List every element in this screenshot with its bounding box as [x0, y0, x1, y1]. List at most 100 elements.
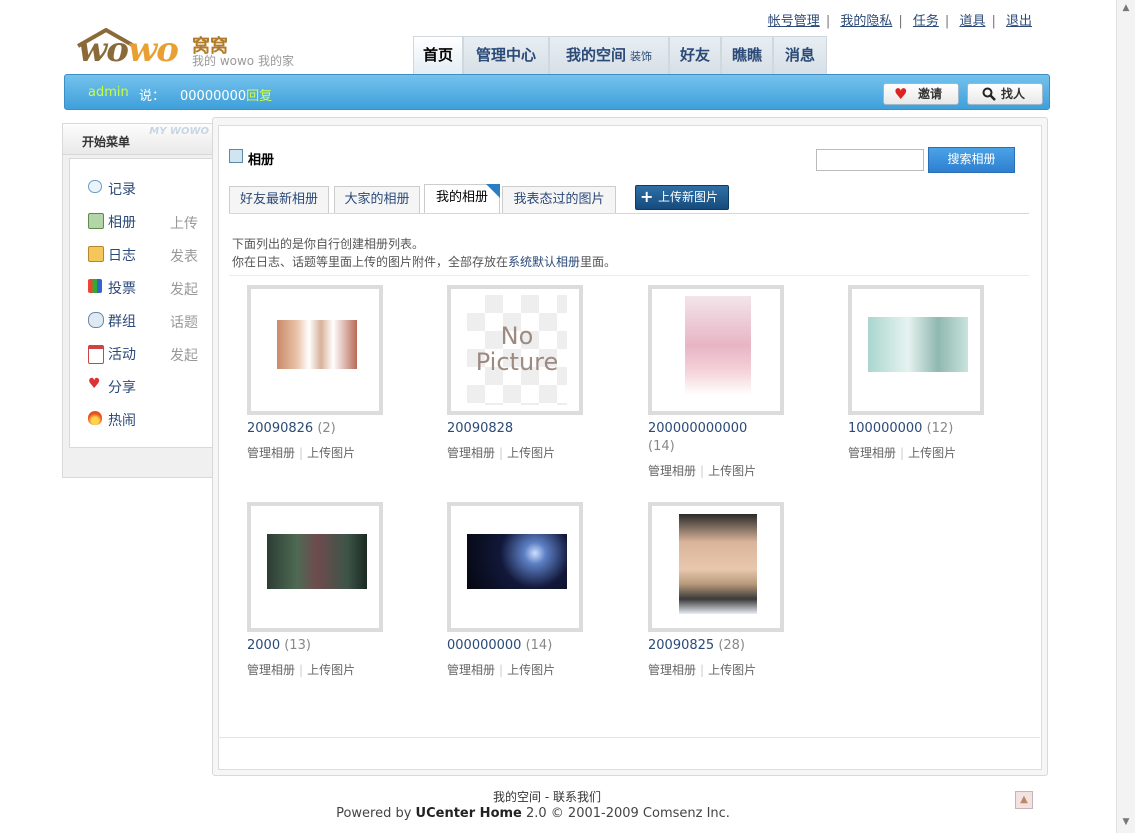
- album-thumbnail: [679, 514, 757, 614]
- album-icon: [229, 149, 243, 163]
- bar-chart-icon: [88, 279, 102, 293]
- album-thumbnail: [267, 534, 367, 589]
- album-name-link[interactable]: 20090828: [447, 421, 513, 436]
- album-name-link[interactable]: 2000: [247, 638, 280, 653]
- sidebar-decoration: MY WOWO: [149, 126, 209, 137]
- sidebar-action-start-poll[interactable]: 发起: [170, 279, 198, 299]
- nav-messages[interactable]: 消息: [773, 36, 827, 75]
- task-link[interactable]: 任务: [913, 14, 939, 29]
- scroll-down-icon[interactable]: ▼: [1120, 816, 1132, 828]
- album-cover[interactable]: [247, 502, 383, 632]
- props-link[interactable]: 道具: [959, 14, 985, 29]
- sidebar-header: 开始菜单 MY WOWO: [63, 124, 213, 155]
- manage-album-link[interactable]: 管理相册: [447, 446, 495, 460]
- sidebar-item-album[interactable]: 相册 上传: [88, 211, 208, 233]
- username[interactable]: admin: [88, 85, 129, 100]
- sidebar-action-topic[interactable]: 话题: [170, 312, 198, 332]
- calendar-icon: [88, 345, 104, 364]
- sidebar-menu: 记录 相册 上传 日志 发表 投票 发起 群组 话题 活动 发起 ♥ 分享 热闹: [69, 158, 214, 448]
- sidebar-item-poll[interactable]: 投票 发起: [88, 277, 208, 299]
- sidebar-item-records[interactable]: 记录: [88, 178, 208, 200]
- upload-picture-link[interactable]: 上传图片: [708, 663, 756, 677]
- hearts-icon: ♥: [88, 376, 101, 392]
- privacy-link[interactable]: 我的隐私: [840, 14, 892, 29]
- manage-album-link[interactable]: 管理相册: [447, 663, 495, 677]
- sidebar-action-upload[interactable]: 上传: [170, 213, 198, 233]
- nav-decorate[interactable]: 装饰: [630, 50, 652, 63]
- album-name-link[interactable]: 20090825: [648, 638, 714, 653]
- tab-liked-pictures[interactable]: 我表态过的图片: [502, 186, 616, 214]
- upload-picture-link[interactable]: 上传图片: [507, 663, 555, 677]
- album-name-link[interactable]: 200000000000: [648, 421, 747, 436]
- tab-everyone-albums[interactable]: 大家的相册: [334, 186, 420, 214]
- album-cover[interactable]: No Picture: [447, 285, 583, 415]
- album-cover[interactable]: [648, 502, 784, 632]
- tab-friends-latest-albums[interactable]: 好友最新相册: [229, 186, 329, 214]
- upload-picture-link[interactable]: 上传图片: [708, 464, 756, 478]
- album-name-link[interactable]: 20090826: [247, 421, 313, 436]
- sidebar-item-event[interactable]: 活动 发起: [88, 343, 208, 365]
- default-album-link[interactable]: 系统默认相册: [508, 255, 580, 269]
- album-cover[interactable]: [447, 502, 583, 632]
- sidebar: 开始菜单 MY WOWO 记录 相册 上传 日志 发表 投票 发起 群组 话题: [62, 123, 214, 478]
- album-cover[interactable]: [247, 285, 383, 415]
- nav-friends[interactable]: 好友: [669, 36, 721, 75]
- upload-new-picture-button[interactable]: + 上传新图片: [635, 185, 729, 210]
- content-divider: [218, 737, 1040, 738]
- scroll-up-icon[interactable]: ▲: [1120, 2, 1132, 14]
- album-name-link[interactable]: 100000000: [848, 421, 922, 436]
- tab-divider: [229, 213, 1029, 214]
- logout-link[interactable]: 退出: [1006, 14, 1032, 29]
- footer-myspace-link[interactable]: 我的空间: [493, 790, 541, 804]
- manage-album-link[interactable]: 管理相册: [247, 663, 295, 677]
- album-cover[interactable]: [648, 285, 784, 415]
- footer-powered: Powered by UCenter Home 2.0 © 2001-2009 …: [336, 806, 730, 821]
- logo-tagline: 我的 wowo 我的家: [192, 54, 294, 68]
- find-people-button[interactable]: 找人: [967, 83, 1043, 105]
- ucenter-home-link[interactable]: UCenter Home: [416, 806, 522, 821]
- album-thumbnail: [277, 320, 357, 369]
- page-title: 相册: [248, 153, 275, 168]
- no-picture-label: No Picture: [475, 322, 559, 376]
- manage-album-link[interactable]: 管理相册: [247, 446, 295, 460]
- say-label: 说：: [139, 89, 166, 104]
- footer-contact-link[interactable]: - 联系我们: [545, 790, 601, 804]
- upload-picture-link[interactable]: 上传图片: [507, 446, 555, 460]
- nav-home[interactable]: 首页: [413, 36, 463, 75]
- back-to-top-icon[interactable]: ▲: [1015, 791, 1033, 809]
- search-album-button[interactable]: 搜索相册: [928, 147, 1015, 173]
- album-name-link[interactable]: 000000000: [447, 638, 521, 653]
- nav-admin[interactable]: 管理中心: [463, 36, 549, 75]
- active-corner-icon: [486, 184, 500, 198]
- sidebar-action-post[interactable]: 发表: [170, 246, 198, 266]
- nav-myspace[interactable]: 我的空间 装饰: [549, 36, 669, 75]
- tab-my-albums[interactable]: 我的相册: [424, 184, 500, 214]
- fire-icon: [88, 411, 102, 425]
- manage-album-link[interactable]: 管理相册: [648, 464, 696, 478]
- manage-album-link[interactable]: 管理相册: [648, 663, 696, 677]
- manage-album-link[interactable]: 管理相册: [848, 446, 896, 460]
- upload-picture-link[interactable]: 上传图片: [307, 663, 355, 677]
- album-card: 20090825 (28) 管理相册 | 上传图片: [648, 502, 828, 692]
- info-line-1: 下面列出的是你自行创建相册列表。: [232, 237, 425, 251]
- sidebar-item-blog[interactable]: 日志 发表: [88, 244, 208, 266]
- info-divider: [229, 275, 1029, 276]
- nav-look[interactable]: 瞧瞧: [721, 36, 773, 75]
- sidebar-item-share[interactable]: ♥ 分享: [88, 376, 208, 398]
- sidebar-item-group[interactable]: 群组 话题: [88, 310, 208, 332]
- invite-button[interactable]: ♥ 邀请: [883, 83, 959, 105]
- speech-bubble-icon: [88, 180, 102, 193]
- sidebar-item-hot[interactable]: 热闹: [88, 409, 208, 431]
- heart-icon: ♥: [894, 85, 908, 103]
- sidebar-action-start-event[interactable]: 发起: [170, 345, 198, 365]
- vertical-scrollbar[interactable]: ▲ ▼: [1116, 0, 1135, 833]
- album-cover[interactable]: [848, 285, 984, 415]
- footer-links: 我的空间 - 联系我们: [0, 788, 1094, 805]
- album-card: 20090826 (2) 管理相册 | 上传图片: [247, 285, 427, 475]
- reply-link[interactable]: 回复: [246, 89, 272, 104]
- upload-picture-link[interactable]: 上传图片: [908, 446, 956, 460]
- upload-picture-link[interactable]: 上传图片: [307, 446, 355, 460]
- account-link[interactable]: 帐号管理: [768, 14, 820, 29]
- album-search-input[interactable]: [816, 149, 924, 171]
- site-logo[interactable]: wowo 窝窝 我的 wowo 我的家: [70, 28, 310, 73]
